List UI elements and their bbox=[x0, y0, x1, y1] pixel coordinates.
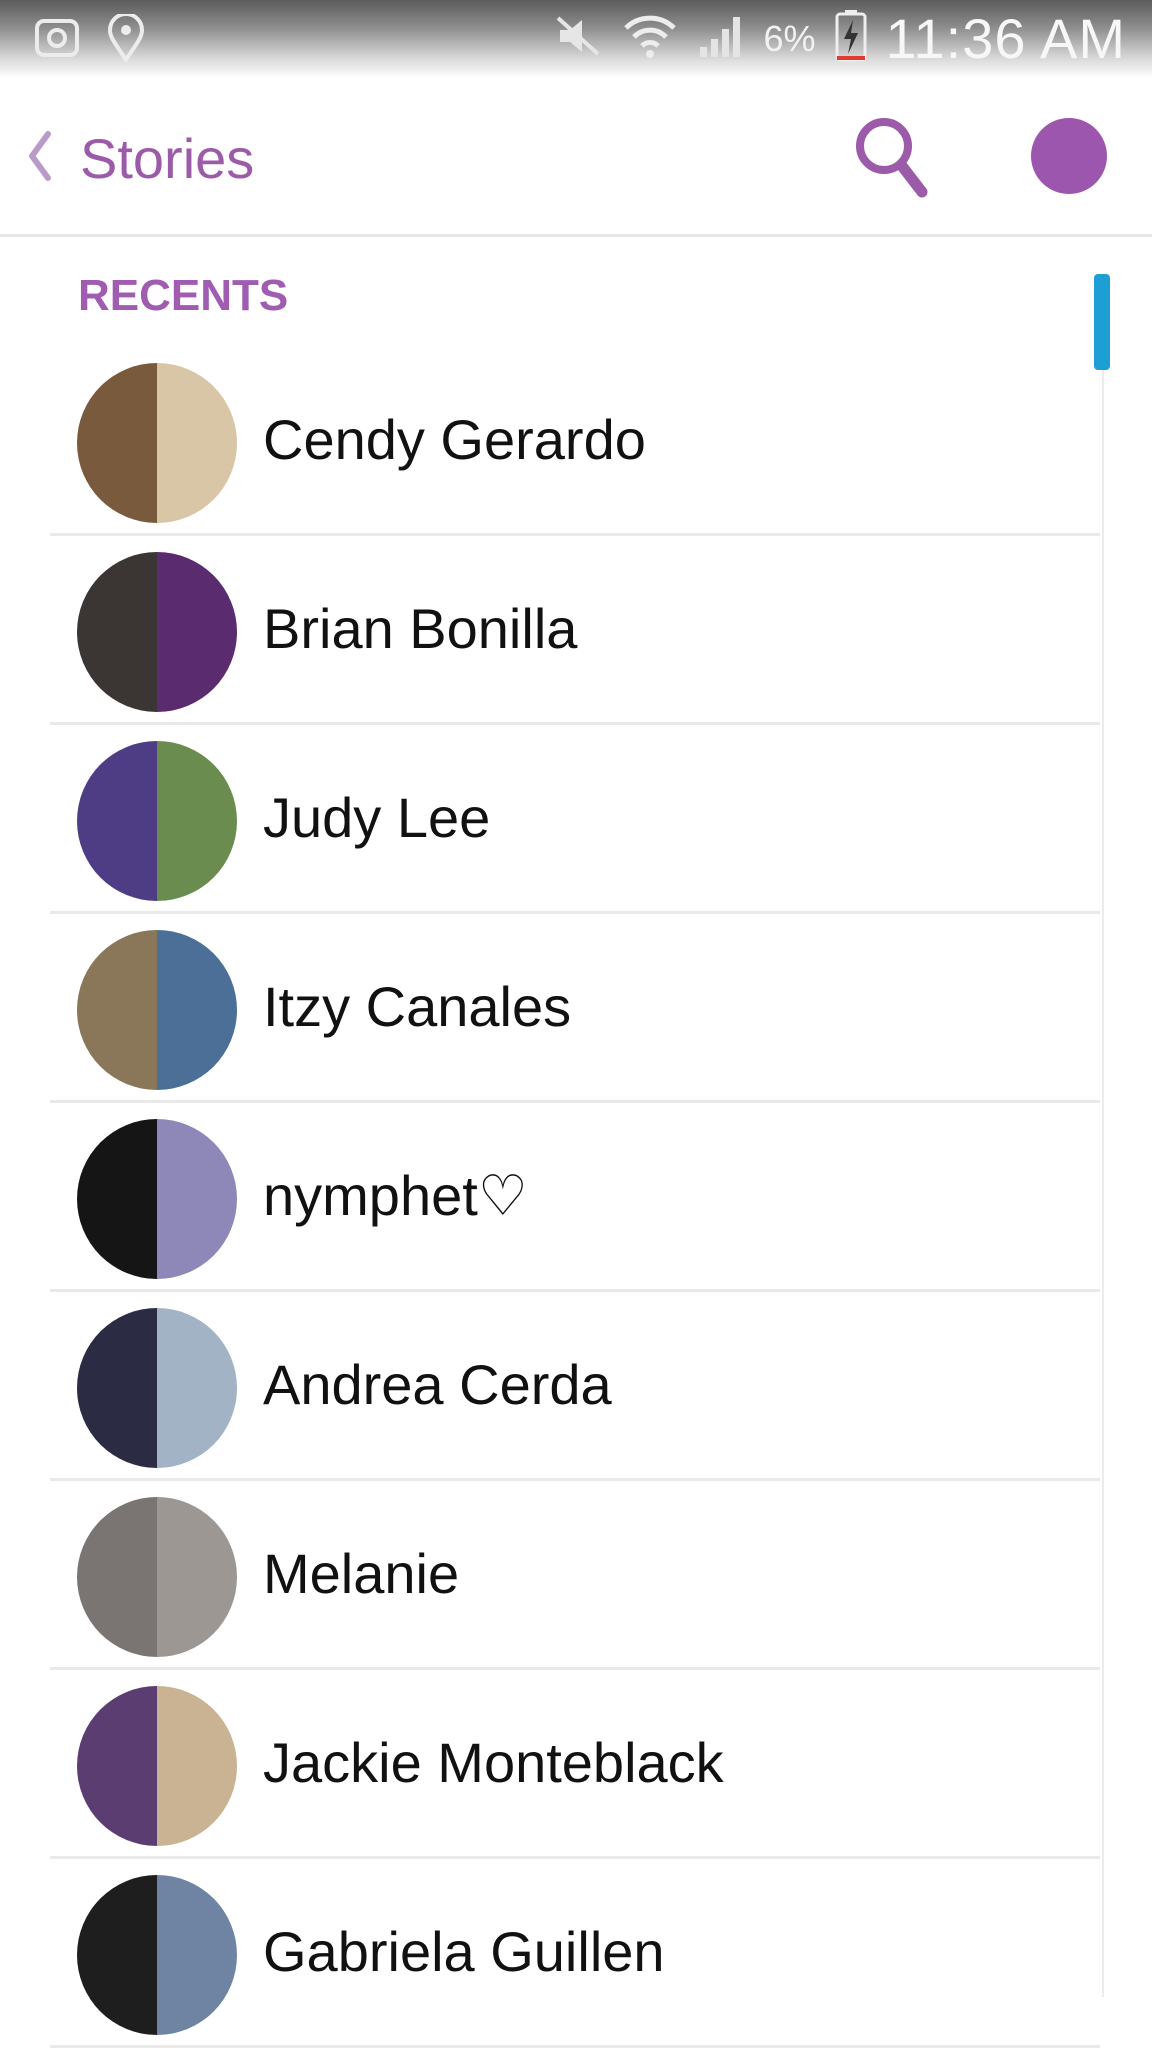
story-avatar[interactable] bbox=[77, 552, 237, 712]
story-thumbnail-left bbox=[77, 1308, 157, 1468]
story-thumbnail-left bbox=[77, 1497, 157, 1657]
battery-percent: 6% bbox=[763, 17, 816, 59]
story-avatar[interactable] bbox=[77, 1686, 237, 1846]
story-name: Itzy Canales bbox=[263, 975, 572, 1038]
story-avatar[interactable] bbox=[77, 1497, 237, 1657]
story-name: Melanie bbox=[263, 1542, 460, 1605]
story-thumbnail-right bbox=[157, 1686, 237, 1846]
story-row[interactable]: Jackie Monteblack bbox=[0, 1670, 1152, 1859]
story-thumbnail-right bbox=[157, 1119, 237, 1279]
search-icon[interactable] bbox=[852, 114, 932, 200]
status-right-icons: 6% 11:36 AM bbox=[552, 6, 1126, 71]
story-thumbnail-left bbox=[77, 930, 157, 1090]
story-row[interactable]: nymphet♡ bbox=[0, 1103, 1152, 1292]
stories-content: RECENTS Cendy Gerardo Brian Bonilla Judy L… bbox=[0, 237, 1152, 2048]
story-avatar[interactable] bbox=[77, 363, 237, 523]
story-row[interactable]: Brian Bonilla bbox=[0, 536, 1152, 725]
status-left-icons bbox=[34, 12, 146, 67]
story-name: Cendy Gerardo bbox=[263, 408, 646, 471]
mute-icon bbox=[552, 14, 604, 63]
story-thumbnail-right bbox=[157, 930, 237, 1090]
story-thumbnail-right bbox=[157, 1308, 237, 1468]
story-name: Jackie Monteblack bbox=[263, 1731, 724, 1794]
story-thumbnail-right bbox=[157, 741, 237, 901]
wifi-icon bbox=[622, 12, 678, 65]
story-thumbnail-left bbox=[77, 363, 157, 523]
profile-avatar[interactable] bbox=[1031, 118, 1107, 194]
story-thumbnail-right bbox=[157, 552, 237, 712]
story-thumbnail-right bbox=[157, 363, 237, 523]
story-name: Brian Bonilla bbox=[263, 597, 578, 660]
story-list: Cendy Gerardo Brian Bonilla Judy Lee Itzy C… bbox=[0, 347, 1152, 2048]
story-thumbnail-left bbox=[77, 1119, 157, 1279]
signal-icon bbox=[696, 13, 746, 64]
location-icon bbox=[106, 12, 146, 67]
story-row[interactable]: Cendy Gerardo bbox=[0, 347, 1152, 536]
story-thumbnail-left bbox=[77, 741, 157, 901]
story-avatar[interactable] bbox=[77, 1875, 237, 2035]
story-row[interactable]: Gabriela Guillen bbox=[0, 1859, 1152, 2048]
clock: 11:36 AM bbox=[885, 7, 1126, 70]
app-header: Stories bbox=[0, 78, 1152, 237]
section-label-recents: RECENTS bbox=[78, 271, 289, 320]
story-thumbnail-left bbox=[77, 1875, 157, 2035]
status-bar: 6% 11:36 AM bbox=[0, 0, 1152, 78]
story-thumbnail-right bbox=[157, 1497, 237, 1657]
story-thumbnail-left bbox=[77, 552, 157, 712]
story-name: Andrea Cerda bbox=[263, 1353, 612, 1416]
story-row[interactable]: Melanie bbox=[0, 1481, 1152, 1670]
story-row[interactable]: Itzy Canales bbox=[0, 914, 1152, 1103]
story-row[interactable]: Judy Lee bbox=[0, 725, 1152, 914]
story-name: Gabriela Guillen bbox=[263, 1920, 665, 1983]
voicemail-icon bbox=[34, 18, 80, 63]
story-row[interactable]: Andrea Cerda bbox=[0, 1292, 1152, 1481]
story-avatar[interactable] bbox=[77, 930, 237, 1090]
story-thumbnail-left bbox=[77, 1686, 157, 1846]
story-avatar[interactable] bbox=[77, 1308, 237, 1468]
story-thumbnail-right bbox=[157, 1875, 237, 2035]
story-name: Judy Lee bbox=[263, 786, 491, 849]
story-name: nymphet♡ bbox=[263, 1164, 528, 1227]
back-chevron-icon[interactable] bbox=[24, 128, 54, 184]
story-avatar[interactable] bbox=[77, 741, 237, 901]
page-title[interactable]: Stories bbox=[80, 126, 254, 191]
battery-charging-icon bbox=[834, 8, 868, 69]
story-avatar[interactable] bbox=[77, 1119, 237, 1279]
